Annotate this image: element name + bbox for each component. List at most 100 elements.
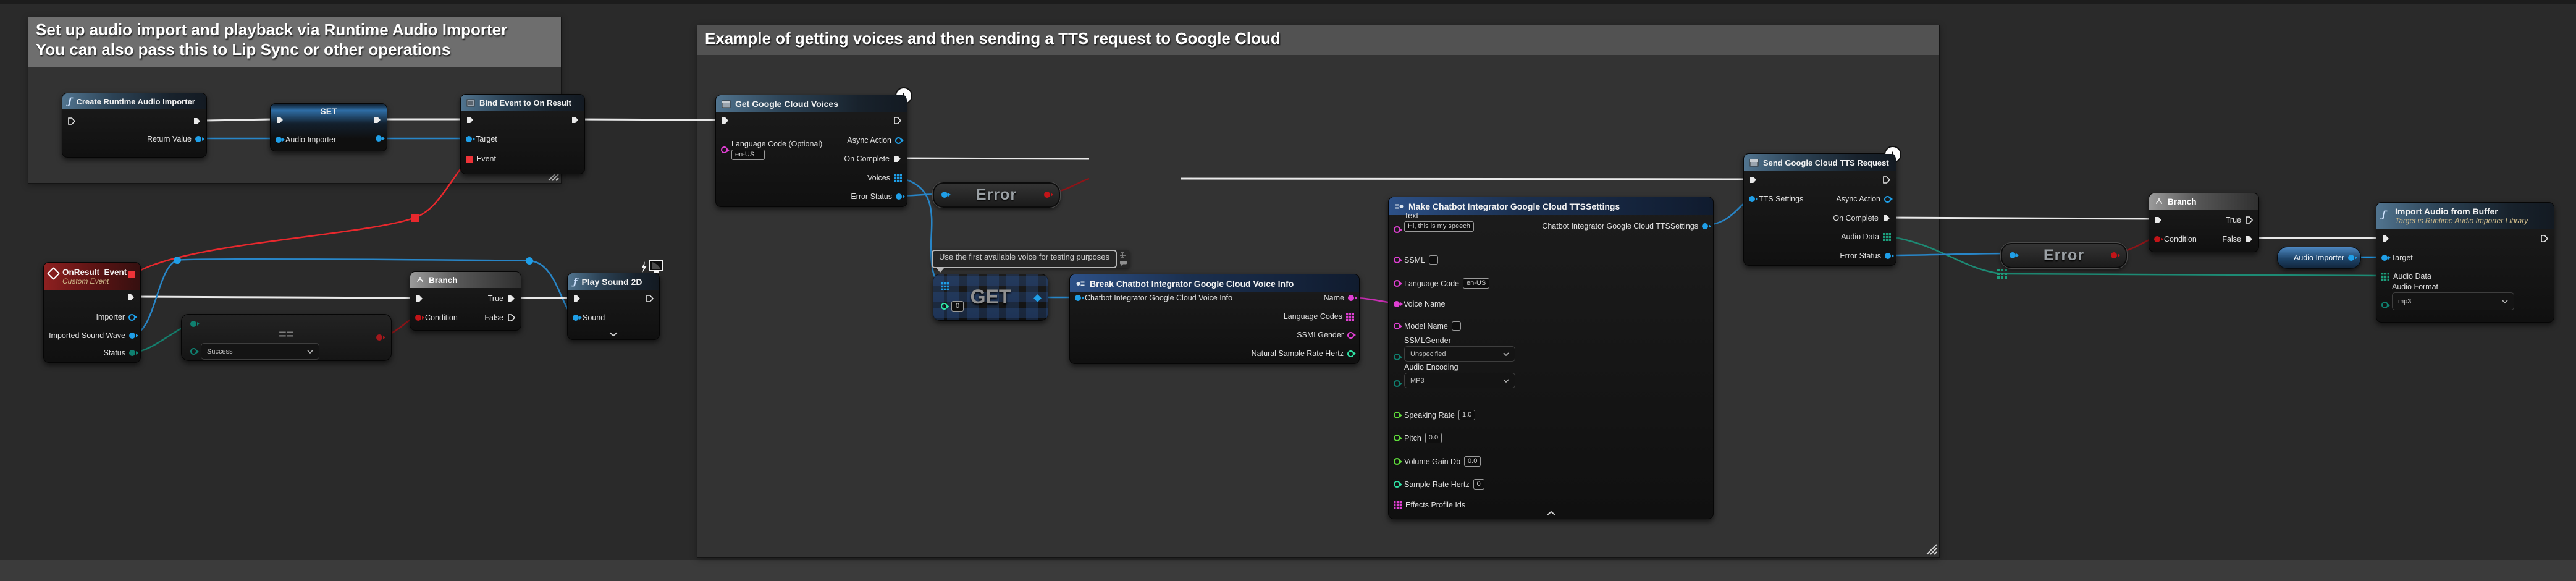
sample-rate-pin[interactable] — [1394, 481, 1400, 488]
pitch-pin[interactable] — [1394, 435, 1400, 441]
text-pin[interactable] — [1394, 226, 1400, 233]
importer-pin[interactable] — [128, 314, 135, 321]
node-header[interactable]: Branch — [2149, 193, 2258, 210]
exec-out-pin[interactable] — [571, 116, 579, 124]
audio-data-array-pin[interactable] — [1883, 233, 1891, 241]
node-equal-enum[interactable]: == Success — [181, 314, 392, 361]
variable-output-pin[interactable] — [2348, 255, 2354, 261]
exec-in-pin[interactable] — [276, 116, 284, 124]
error-input-pin[interactable] — [2010, 252, 2016, 258]
node-header[interactable]: Break Chatbot Integrator Google Cloud Vo… — [1070, 274, 1359, 292]
model-name-field[interactable] — [1452, 321, 1461, 331]
exec-in-pin[interactable] — [1749, 176, 1757, 184]
natural-sample-rate-pin[interactable] — [1347, 350, 1354, 357]
effects-profile-array-pin[interactable] — [1394, 501, 1402, 509]
equal-input-a-pin[interactable] — [190, 321, 196, 327]
status-pin[interactable] — [129, 350, 135, 356]
node-create-runtime-audio-importer[interactable]: ƒ Create Runtime Audio Importer Return V… — [62, 93, 207, 158]
condition-pin[interactable] — [415, 315, 421, 321]
false-exec-pin[interactable] — [2245, 235, 2254, 244]
exec-in-pin[interactable] — [415, 294, 424, 303]
exec-in-pin[interactable] — [2154, 216, 2163, 224]
wire-object[interactable] — [1885, 253, 2009, 255]
target-pin[interactable] — [466, 136, 472, 142]
node-error-macro[interactable]: Error — [2001, 243, 2127, 268]
node-header[interactable]: OnResult_Event Custom Event — [44, 263, 140, 290]
imported-sound-wave-pin[interactable] — [129, 333, 135, 339]
on-complete-exec-pin[interactable] — [893, 155, 902, 163]
node-play-sound-2d[interactable]: ƒ Play Sound 2D Sound — [567, 273, 660, 340]
node-header[interactable]: ƒ Import Audio from Buffer Target is Run… — [2376, 203, 2554, 229]
error-status-pin[interactable] — [896, 193, 902, 200]
audio-encoding-dropdown[interactable]: MP3 — [1404, 373, 1515, 388]
node-header[interactable]: ƒ Create Runtime Audio Importer — [62, 93, 206, 109]
array-input-pin[interactable] — [941, 282, 949, 290]
wire-exec[interactable] — [1885, 218, 2153, 219]
target-pin[interactable] — [2381, 255, 2388, 261]
node-array-get[interactable]: GET 0 — [933, 274, 1048, 321]
wire-exec[interactable] — [132, 297, 415, 298]
ssml-field[interactable] — [1429, 255, 1438, 265]
node-comment-bubble[interactable]: Use the first available voice for testin… — [932, 250, 1130, 268]
node-header[interactable]: Get Google Cloud Voices — [716, 95, 907, 112]
sample-rate-field[interactable]: 0 — [1473, 479, 1484, 490]
return-value-pin[interactable] — [195, 136, 201, 142]
voices-array-pin[interactable] — [894, 174, 902, 182]
language-code-field[interactable]: en-US — [1463, 278, 1489, 289]
error-output-pin[interactable] — [2111, 252, 2117, 258]
volume-gain-field[interactable]: 0.0 — [1464, 456, 1481, 467]
node-branch-playback[interactable]: Branch True Condition False — [410, 271, 521, 331]
language-code-pin[interactable] — [1394, 280, 1400, 287]
ssml-gender-dropdown[interactable]: Unspecified — [1404, 346, 1515, 362]
name-pin[interactable] — [1348, 295, 1354, 301]
ssml-gender-pin[interactable] — [1347, 332, 1354, 339]
async-action-pin[interactable] — [895, 137, 902, 144]
error-output-pin[interactable] — [1044, 192, 1050, 198]
enum-value-dropdown[interactable]: Success — [201, 343, 319, 360]
node-import-audio-from-buffer[interactable]: ƒ Import Audio from Buffer Target is Run… — [2376, 202, 2554, 323]
condition-pin[interactable] — [2154, 236, 2160, 242]
node-header[interactable]: Send Google Cloud TTS Request — [1744, 154, 1896, 171]
equal-input-b-pin[interactable] — [190, 348, 197, 355]
language-code-field[interactable]: en-US — [731, 150, 765, 160]
ssml-gender-pin[interactable] — [1394, 354, 1400, 360]
audio-format-dropdown[interactable]: mp3 — [2392, 292, 2514, 310]
voice-name-pin[interactable] — [1394, 301, 1400, 307]
node-get-google-cloud-voices[interactable]: Get Google Cloud Voices Language Code (O… — [715, 95, 907, 207]
ssml-pin[interactable] — [1394, 257, 1400, 263]
error-input-pin[interactable] — [941, 192, 948, 198]
audio-data-array-pin[interactable] — [2381, 273, 2389, 281]
tts-settings-pin[interactable] — [1749, 196, 1755, 202]
wire-exec[interactable] — [199, 119, 279, 121]
exec-in-pin[interactable] — [67, 117, 76, 125]
reroute-node[interactable] — [526, 257, 533, 265]
language-codes-array-pin[interactable] — [1346, 313, 1354, 321]
exec-out-pin[interactable] — [646, 294, 654, 303]
exec-in-pin[interactable] — [721, 116, 730, 125]
audio-importer-out-pin[interactable] — [376, 135, 382, 142]
wire-exec[interactable] — [575, 119, 724, 120]
wire-exec[interactable] — [895, 158, 1089, 159]
pin-icon[interactable] — [1119, 252, 1127, 259]
exec-in-pin[interactable] — [573, 294, 581, 303]
audio-format-pin[interactable] — [2381, 302, 2388, 308]
node-get-audio-importer-variable[interactable]: Audio Importer — [2277, 247, 2361, 269]
model-name-pin[interactable] — [1394, 323, 1400, 329]
error-status-pin[interactable] — [1885, 253, 1891, 259]
node-onresult-custom-event[interactable]: OnResult_Event Custom Event Importer Imp… — [43, 262, 141, 363]
on-complete-exec-pin[interactable] — [1882, 214, 1891, 223]
node-break-voice-info[interactable]: Break Chatbot Integrator Google Cloud Vo… — [1069, 274, 1360, 364]
node-set-audio-importer[interactable]: SET Audio Importer — [270, 103, 387, 151]
sound-pin[interactable] — [573, 315, 579, 321]
event-delegate-pin[interactable] — [466, 156, 473, 163]
volume-gain-pin[interactable] — [1394, 458, 1400, 465]
exec-out-pin[interactable] — [1882, 176, 1891, 184]
reroute-node[interactable] — [174, 257, 181, 264]
language-code-pin[interactable] — [721, 146, 728, 153]
node-header[interactable]: Branch — [410, 272, 521, 288]
async-action-pin[interactable] — [1884, 196, 1891, 203]
delegate-out-pin[interactable] — [128, 271, 135, 278]
tts-settings-output-pin[interactable] — [1702, 223, 1708, 229]
index-pin[interactable] — [941, 303, 948, 310]
node-error-macro[interactable]: Error — [933, 182, 1060, 208]
